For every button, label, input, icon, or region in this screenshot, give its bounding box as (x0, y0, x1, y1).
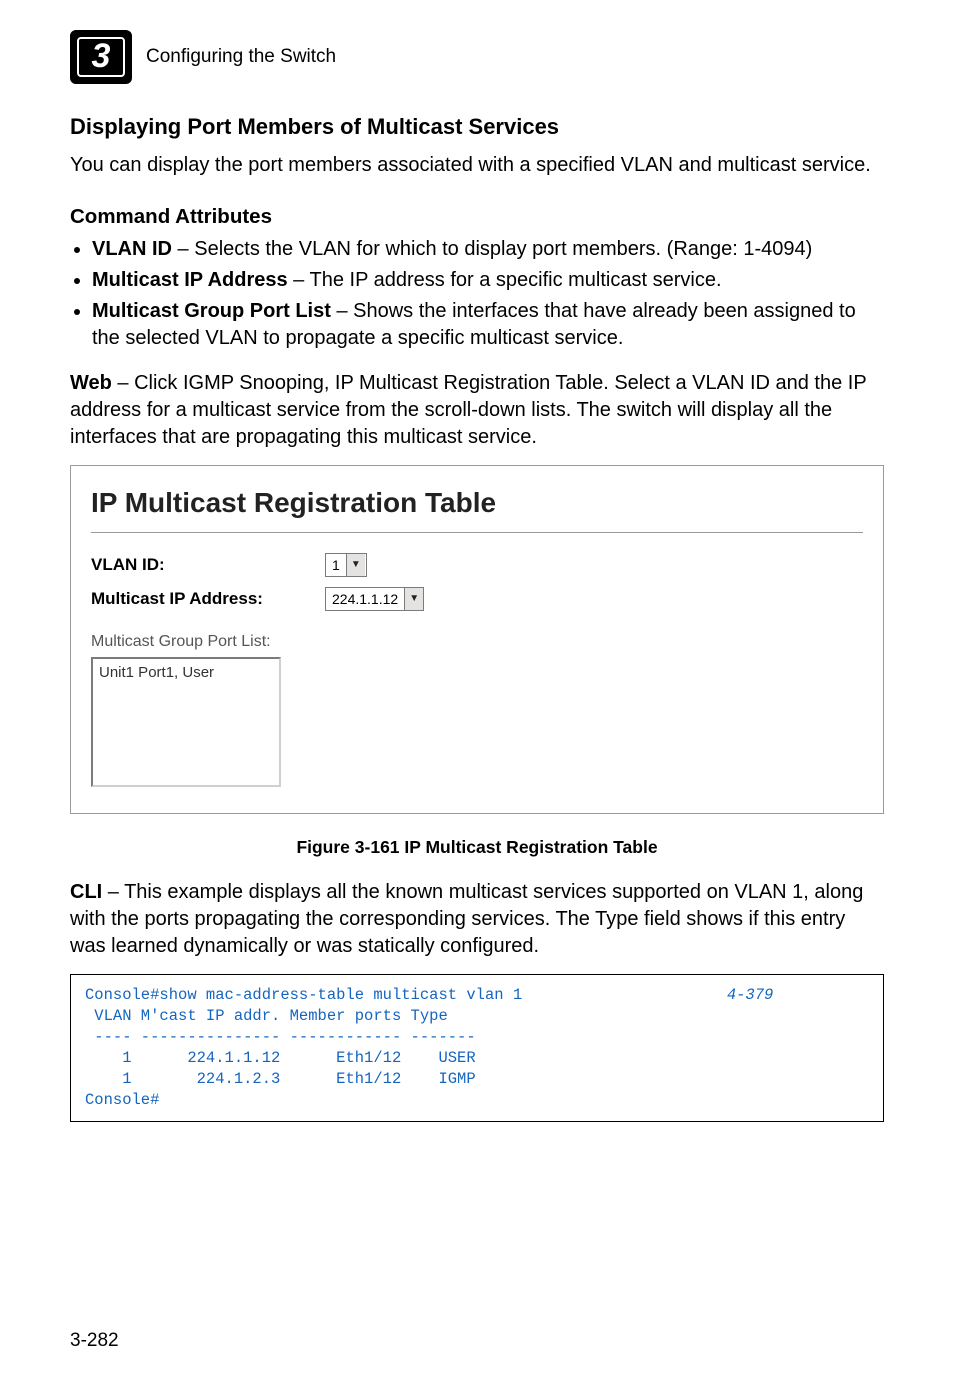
multicast-ip-row: Multicast IP Address: 224.1.1.12 ▼ (91, 587, 863, 611)
vlan-id-value: 1 (326, 556, 346, 575)
list-item: VLAN ID – Selects the VLAN for which to … (92, 236, 884, 263)
multicast-ip-value: 224.1.1.12 (326, 590, 404, 609)
term-line: 1 224.1.2.3 Eth1/12 IGMP (85, 1070, 476, 1088)
bullet-desc: – Selects the VLAN for which to display … (172, 238, 812, 260)
multicast-ip-select[interactable]: 224.1.1.12 ▼ (325, 587, 424, 611)
term-line: VLAN M'cast IP addr. Member ports Type (85, 1007, 448, 1025)
chapter-number-icon: 3 (70, 30, 132, 84)
bullet-term: Multicast IP Address (92, 269, 288, 291)
vlan-id-label: VLAN ID: (91, 554, 311, 577)
command-attributes-list: VLAN ID – Selects the VLAN for which to … (70, 236, 884, 352)
chapter-number: 3 (92, 34, 111, 80)
group-port-list-caption: Multicast Group Port List: (91, 631, 863, 653)
term-line: Console# (85, 1091, 159, 1109)
vlan-id-select[interactable]: 1 ▼ (325, 553, 367, 577)
cli-paragraph: CLI – This example displays all the know… (70, 879, 884, 960)
multicast-ip-label: Multicast IP Address: (91, 588, 311, 611)
group-port-list-box[interactable]: Unit1 Port1, User (91, 657, 281, 787)
chevron-down-icon: ▼ (404, 588, 423, 610)
term-line: Console#show mac-address-table multicast… (85, 986, 522, 1004)
vlan-id-row: VLAN ID: 1 ▼ (91, 553, 863, 577)
page-reference: 4-379 (727, 986, 774, 1004)
page: 3 Configuring the Switch Displaying Port… (0, 0, 954, 1388)
section-heading: Displaying Port Members of Multicast Ser… (70, 112, 884, 142)
bullet-term: VLAN ID (92, 238, 172, 260)
chevron-down-icon: ▼ (346, 554, 365, 576)
bullet-term: Multicast Group Port List (92, 300, 331, 322)
term-line: 1 224.1.1.12 Eth1/12 USER (85, 1049, 476, 1067)
page-number: 3-282 (70, 1328, 119, 1354)
web-prefix: Web (70, 372, 112, 394)
web-text: – Click IGMP Snooping, IP Multicast Regi… (70, 372, 866, 448)
terminal-output: Console#show mac-address-table multicast… (70, 974, 884, 1122)
running-header-title: Configuring the Switch (146, 44, 336, 70)
running-header: 3 Configuring the Switch (70, 30, 884, 84)
list-item: Multicast Group Port List – Shows the in… (92, 298, 884, 352)
divider (91, 532, 863, 533)
command-attributes-heading: Command Attributes (70, 203, 884, 231)
section-intro: You can display the port members associa… (70, 152, 884, 179)
web-paragraph: Web – Click IGMP Snooping, IP Multicast … (70, 370, 884, 451)
cli-prefix: CLI (70, 881, 102, 903)
cli-text: – This example displays all the known mu… (70, 881, 863, 957)
figure-caption: Figure 3-161 IP Multicast Registration T… (70, 836, 884, 860)
list-item: Multicast IP Address – The IP address fo… (92, 267, 884, 294)
term-line: ---- --------------- ------------ ------… (85, 1028, 476, 1046)
bullet-desc: – The IP address for a specific multicas… (288, 269, 722, 291)
embedded-screenshot: IP Multicast Registration Table VLAN ID:… (70, 465, 884, 813)
screenshot-title: IP Multicast Registration Table (91, 484, 863, 522)
group-port-list-item: Unit1 Port1, User (99, 663, 273, 683)
